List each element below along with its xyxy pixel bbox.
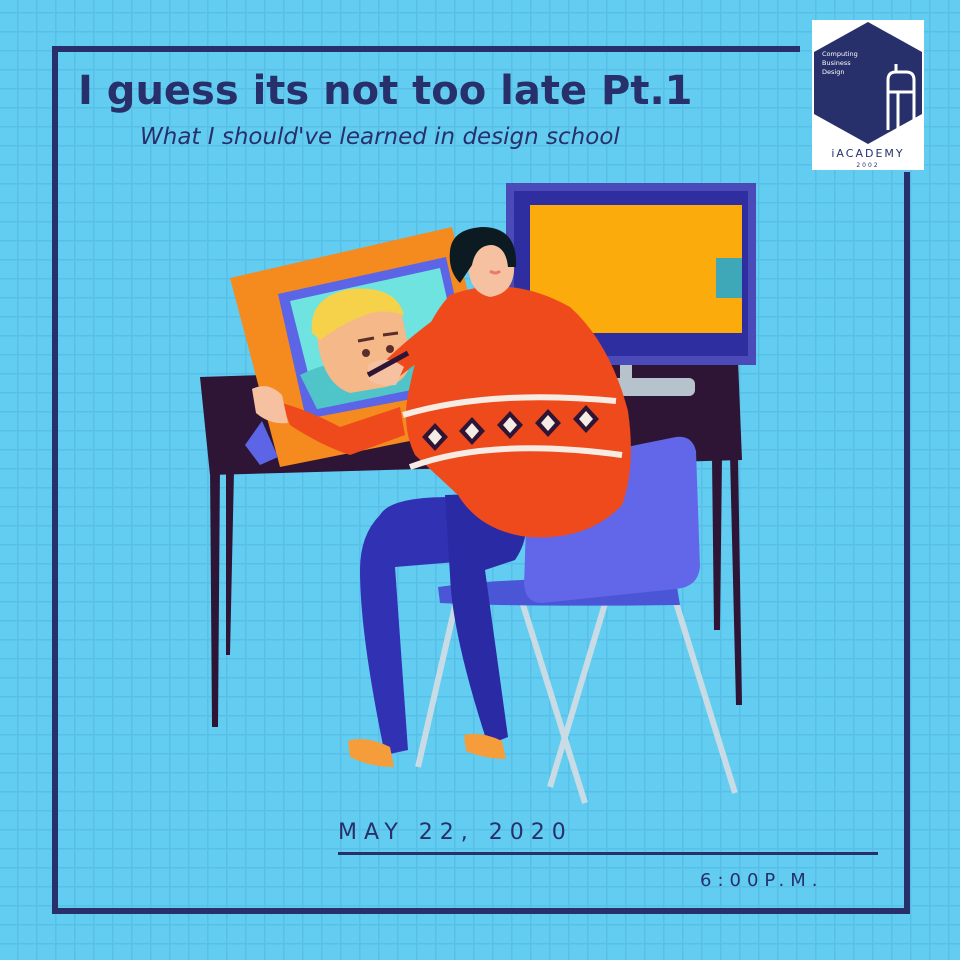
frame-left-border [52, 46, 58, 914]
event-time: 6:00P.M. [700, 870, 824, 891]
frame-top-border [52, 46, 800, 52]
logo-line1: Computing [822, 50, 858, 58]
logo-line3: Design [822, 68, 844, 76]
poster-subtitle: What I should've learned in design schoo… [140, 124, 620, 150]
event-date: MAY 22, 2020 [338, 820, 573, 845]
hexagon-logo-icon: Computing Business Design iACADEMY 2002 [812, 20, 924, 170]
logo-year: 2002 [856, 162, 879, 169]
date-underline [338, 852, 878, 855]
frame-bottom-border [52, 908, 910, 914]
designer-illustration [200, 183, 756, 804]
poster-title: I guess its not too late Pt.1 [78, 68, 693, 114]
logo-brand: iACADEMY [831, 147, 904, 160]
frame-right-border [904, 172, 910, 914]
logo-line2: Business [822, 59, 851, 67]
